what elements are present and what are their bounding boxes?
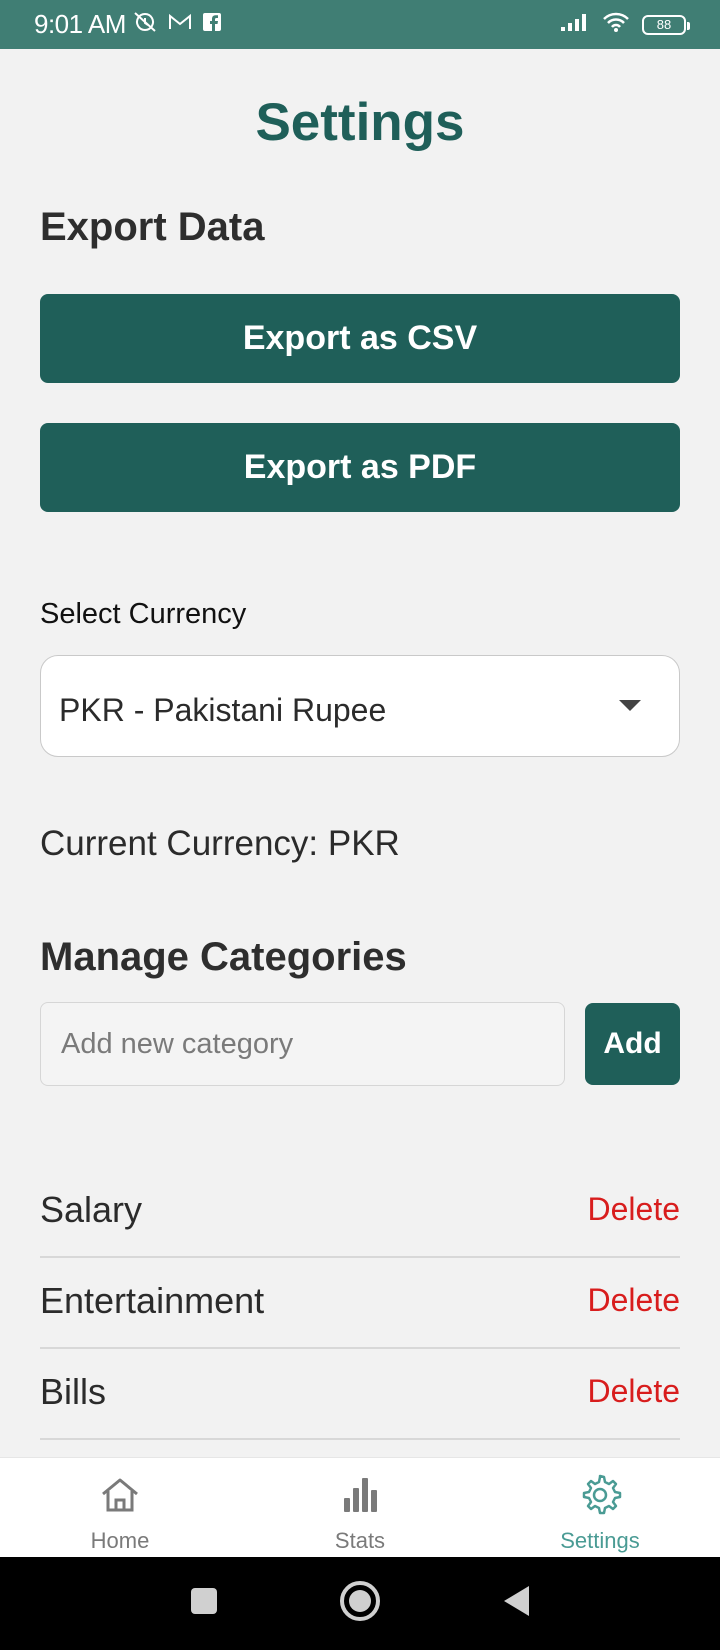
delete-category-button[interactable]: Delete [588,1373,681,1410]
list-item: Salary Delete [40,1167,680,1258]
status-bar: 9:01 AM 88 [0,0,720,49]
nav-item-home[interactable]: Home [0,1458,240,1558]
chevron-down-icon [619,700,641,711]
export-section-title: Export Data [40,205,265,249]
recents-button[interactable] [189,1586,219,1621]
nav-label-stats: Stats [334,1528,386,1553]
nav-label-home: Home [90,1528,150,1553]
add-category-button[interactable]: Add [585,1003,680,1085]
battery-level: 88 [656,17,672,32]
new-category-input[interactable] [40,1002,565,1086]
wifi-icon [602,11,630,38]
alarm-off-icon [132,10,158,39]
signal-icon [560,12,590,37]
nav-label-settings: Settings [560,1528,640,1553]
category-name: Salary [40,1189,143,1230]
system-nav-bar [0,1557,720,1650]
home-icon [97,1472,143,1528]
delete-category-button[interactable]: Delete [588,1191,681,1228]
export-csv-button[interactable]: Export as CSV [40,294,680,383]
facebook-icon [202,12,222,37]
category-name: Entertainment [40,1280,265,1321]
gmail-icon [168,13,192,36]
page-title: Settings [255,93,465,152]
export-pdf-button[interactable]: Export as PDF [40,423,680,512]
nav-item-settings[interactable]: Settings [480,1458,720,1558]
list-item: Bills Delete [40,1349,680,1440]
home-nav-button[interactable] [339,1580,381,1627]
gear-icon [577,1472,623,1528]
status-time: 9:01 AM [34,9,126,39]
categories-section-title: Manage Categories [40,935,407,979]
delete-category-button[interactable]: Delete [588,1282,681,1319]
nav-item-stats[interactable]: Stats [240,1458,480,1558]
list-item: Entertainment Delete [40,1258,680,1349]
bar-chart-icon [337,1472,383,1528]
category-name: Bills [40,1371,107,1412]
back-button[interactable] [501,1584,531,1623]
battery-icon: 88 [642,14,690,35]
bottom-nav: Home Stats Settings [0,1457,720,1558]
currency-select[interactable]: PKR - Pakistani Rupee [40,655,680,757]
current-currency-text: Current Currency: PKR [40,824,400,863]
select-currency-label: Select Currency [40,598,247,630]
currency-selected-value: PKR - Pakistani Rupee [59,692,387,728]
